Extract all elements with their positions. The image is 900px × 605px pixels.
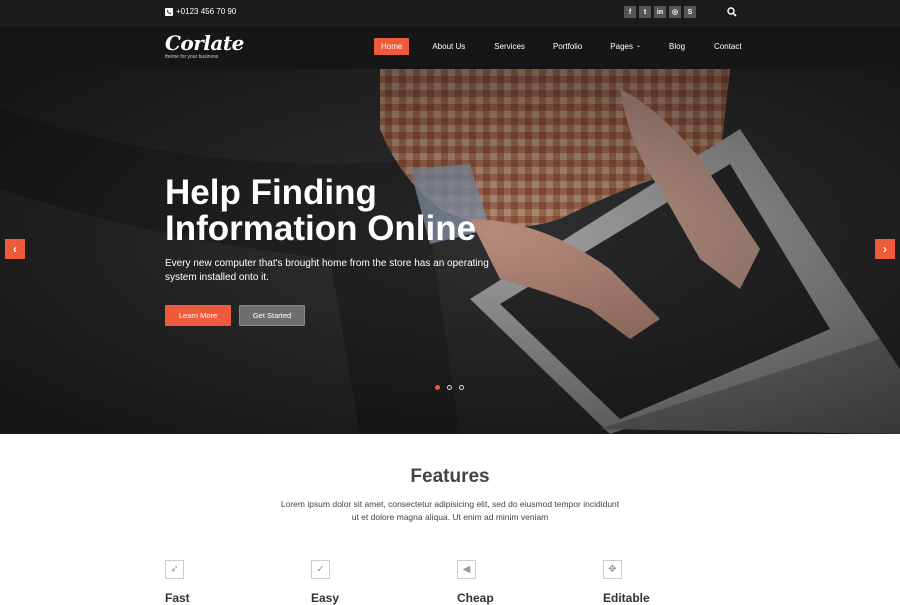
logo-name: Corlate: [165, 31, 244, 55]
top-bar: +0123 456 70 90 f t in ◎ S: [0, 0, 900, 25]
feature-item: ✓ Easy: [311, 560, 339, 605]
hero-slider: Help Finding Information Online Every ne…: [0, 69, 900, 434]
chevron-left-icon: ‹: [13, 242, 17, 256]
facebook-icon[interactable]: f: [624, 6, 636, 18]
logo[interactable]: Corlate theme for your business: [165, 32, 244, 60]
linkedin-icon[interactable]: in: [654, 6, 666, 18]
rocket-icon: ➶: [165, 560, 184, 579]
nav-item-home[interactable]: Home: [374, 38, 410, 55]
nav-label: Portfolio: [552, 42, 583, 51]
hero-background-image: [0, 69, 900, 434]
bullhorn-icon: ◀: [457, 560, 476, 579]
phone-number: +0123 456 70 90: [176, 7, 237, 16]
dribbble-icon[interactable]: ◎: [669, 6, 681, 18]
nav-item-portfolio[interactable]: Portfolio: [546, 38, 589, 55]
feature-item: ✥ Editable: [603, 560, 650, 605]
feature-name: Cheap: [457, 591, 494, 605]
phone-icon: [165, 7, 173, 16]
check-icon: ✓: [311, 560, 330, 579]
slider-dot-3[interactable]: [459, 385, 464, 390]
hero-subtitle: Every new computer that's brought home f…: [165, 258, 489, 283]
nav-menu: Home About Us Services Portfolio Pages ⌄ …: [374, 38, 758, 55]
nav-label: Services: [494, 42, 525, 51]
feature-name: Easy: [311, 591, 340, 605]
features-description: Lorem ipsum dolor sit amet, consectetur …: [280, 499, 620, 522]
nav-label: Pages: [610, 42, 633, 51]
twitter-icon[interactable]: t: [639, 6, 651, 18]
feature-name: Editable: [603, 591, 650, 605]
features-title: Features: [410, 466, 490, 487]
social-links: f t in ◎ S: [624, 6, 696, 18]
hero-title: Help Finding Information Online: [165, 173, 477, 248]
search-icon[interactable]: [727, 7, 737, 17]
nav-item-contact[interactable]: Contact: [707, 38, 749, 55]
slider-dot-1[interactable]: [435, 385, 440, 390]
feature-name: Fast: [165, 591, 190, 605]
feature-item: ◀ Cheap: [457, 560, 494, 605]
nav-item-about-us[interactable]: About Us: [425, 38, 472, 55]
arrows-move-icon: ✥: [603, 560, 622, 579]
slider-indicators: [435, 385, 464, 390]
nav-label: Contact: [714, 42, 742, 51]
nav-item-blog[interactable]: Blog: [662, 38, 692, 55]
slider-prev-button[interactable]: ‹: [5, 239, 25, 259]
feature-item: ➶ Fast: [165, 560, 190, 605]
main-navbar: Corlate theme for your business Home Abo…: [0, 25, 900, 69]
phone-contact: +0123 456 70 90: [165, 7, 236, 16]
slider-dot-2[interactable]: [447, 385, 452, 390]
chevron-right-icon: ›: [883, 242, 887, 256]
slider-next-button[interactable]: ›: [875, 239, 895, 259]
nav-item-pages[interactable]: Pages ⌄: [603, 38, 648, 55]
get-started-button[interactable]: Get Started: [239, 305, 305, 326]
nav-label: About Us: [432, 42, 466, 51]
nav-item-services[interactable]: Services: [487, 38, 532, 55]
learn-more-button[interactable]: Learn More: [165, 305, 231, 326]
skype-icon[interactable]: S: [684, 6, 696, 18]
chevron-down-icon: ⌄: [635, 43, 642, 49]
nav-label: Home: [381, 42, 403, 51]
nav-label: Blog: [669, 42, 686, 51]
